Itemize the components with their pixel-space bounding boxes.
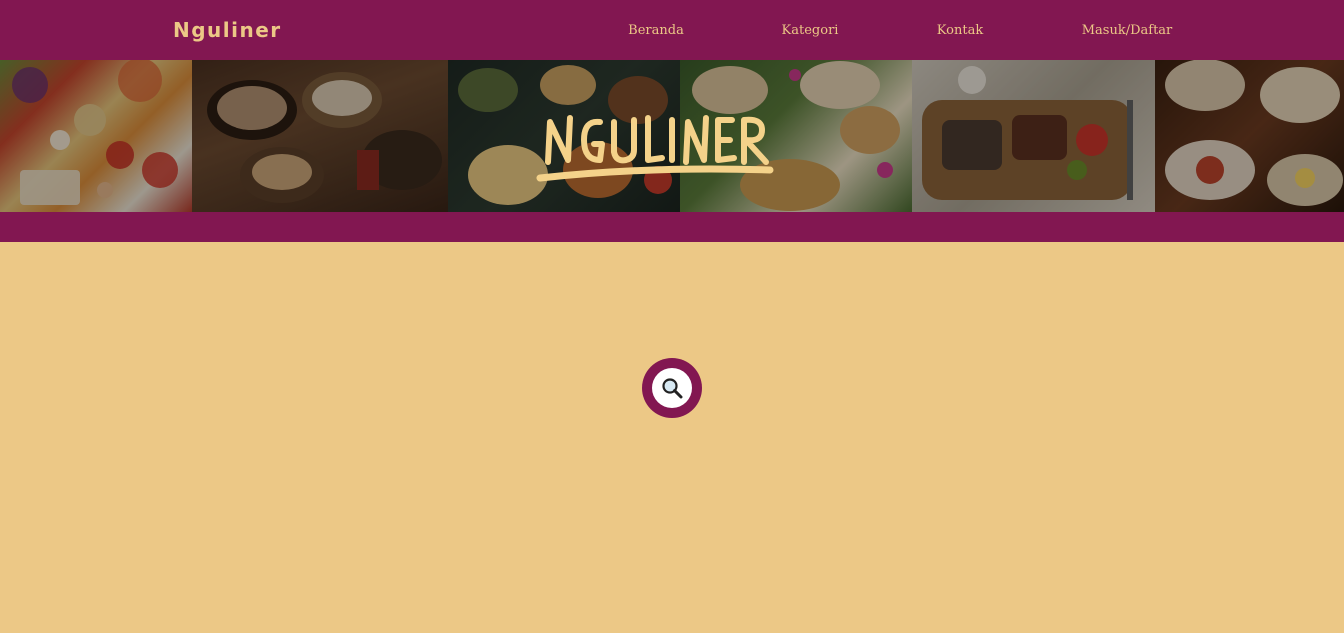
- brand-logo[interactable]: Nguliner: [173, 18, 282, 42]
- nav-kontak[interactable]: Kontak: [937, 22, 983, 40]
- navbar: Nguliner Beranda Kategori Kontak Masuk/D…: [0, 0, 1344, 60]
- nav-masuk-daftar[interactable]: Masuk/Daftar: [1082, 22, 1173, 40]
- search-button[interactable]: [642, 358, 702, 418]
- search-button-inner: [652, 368, 692, 408]
- banner-strip: [0, 212, 1344, 242]
- nav-kategori[interactable]: Kategori: [782, 22, 839, 40]
- nguliner-script-logo: [536, 115, 774, 182]
- nav-beranda[interactable]: Beranda: [628, 22, 684, 40]
- search-icon: [662, 378, 683, 399]
